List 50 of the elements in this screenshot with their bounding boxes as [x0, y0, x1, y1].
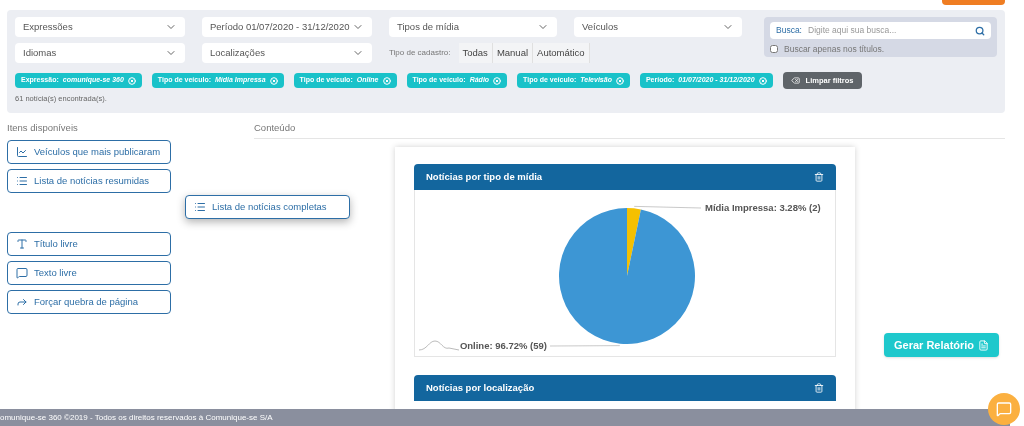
report-item[interactable]: Texto livre [7, 261, 171, 285]
search-icon [975, 25, 985, 36]
remove-icon [615, 76, 624, 85]
dropdown[interactable]: Localizações [202, 43, 372, 63]
panel-title: Notícias por tipo de mídia [426, 169, 543, 184]
report-item[interactable]: Forçar quebra de página [7, 290, 171, 314]
title-icon [16, 238, 28, 250]
pdf-icon [978, 339, 990, 351]
remove-icon [493, 76, 502, 85]
report-item[interactable]: Lista de notícias completas [185, 195, 350, 219]
field-label: Busca: [776, 24, 802, 37]
search-field[interactable]: Busca: Digite aqui sua busca... [770, 22, 991, 39]
curve-icon [418, 340, 460, 351]
text-icon [16, 267, 28, 279]
remove-icon [269, 76, 278, 85]
list-icon [194, 201, 206, 213]
list-icon [16, 175, 28, 187]
dropdown[interactable]: Período 01/07/2020 - 31/12/2020 [202, 17, 372, 37]
leader-line [549, 345, 621, 347]
segment-option[interactable]: Manual [492, 43, 534, 63]
checkbox[interactable] [770, 45, 778, 54]
break-icon [16, 296, 28, 308]
remove-icon [758, 76, 767, 85]
trash-icon[interactable] [814, 383, 824, 393]
chat-button[interactable] [988, 393, 1020, 425]
search-input[interactable]: Digite aqui sua busca... [808, 24, 969, 37]
segment-option[interactable]: Todas [458, 43, 493, 63]
panel-title: Notícias por localização [426, 380, 535, 395]
copyright-text: omunique-se 360 ©2019 - Todos os direitos reservados à Comunique-se S/A [0, 411, 273, 424]
report-item[interactable]: Lista de notícias resumidas [7, 169, 171, 193]
section-title: Conteúdo [254, 121, 1005, 139]
chart-icon [16, 146, 28, 158]
remove-icon [382, 76, 391, 85]
remove-icon [127, 76, 136, 85]
chat-icon [996, 401, 1012, 417]
segment-option[interactable]: Automático [533, 43, 590, 63]
report-item[interactable]: Veículos que mais publicaram [7, 140, 171, 164]
slice-label: Online: 96.72% (59) [459, 340, 547, 351]
dropdown[interactable]: Expressões [15, 17, 185, 37]
section-title: Itens disponíveis [7, 121, 79, 135]
checkbox-label: Buscar apenas nos títulos. [784, 43, 885, 56]
dropdown[interactable]: Veículos [574, 17, 742, 37]
trash-icon[interactable] [814, 172, 824, 182]
field-label: Tipo de cadastro: [389, 47, 451, 59]
dropdown[interactable]: Tipos de mídia [389, 17, 557, 37]
backspace-icon [790, 76, 800, 85]
slice-label: Mídia Impressa: 3.28% (2) [705, 202, 821, 213]
report-item[interactable]: Título livre [7, 232, 171, 256]
dropdown[interactable]: Idiomas [15, 43, 185, 63]
leader-line [633, 205, 702, 209]
